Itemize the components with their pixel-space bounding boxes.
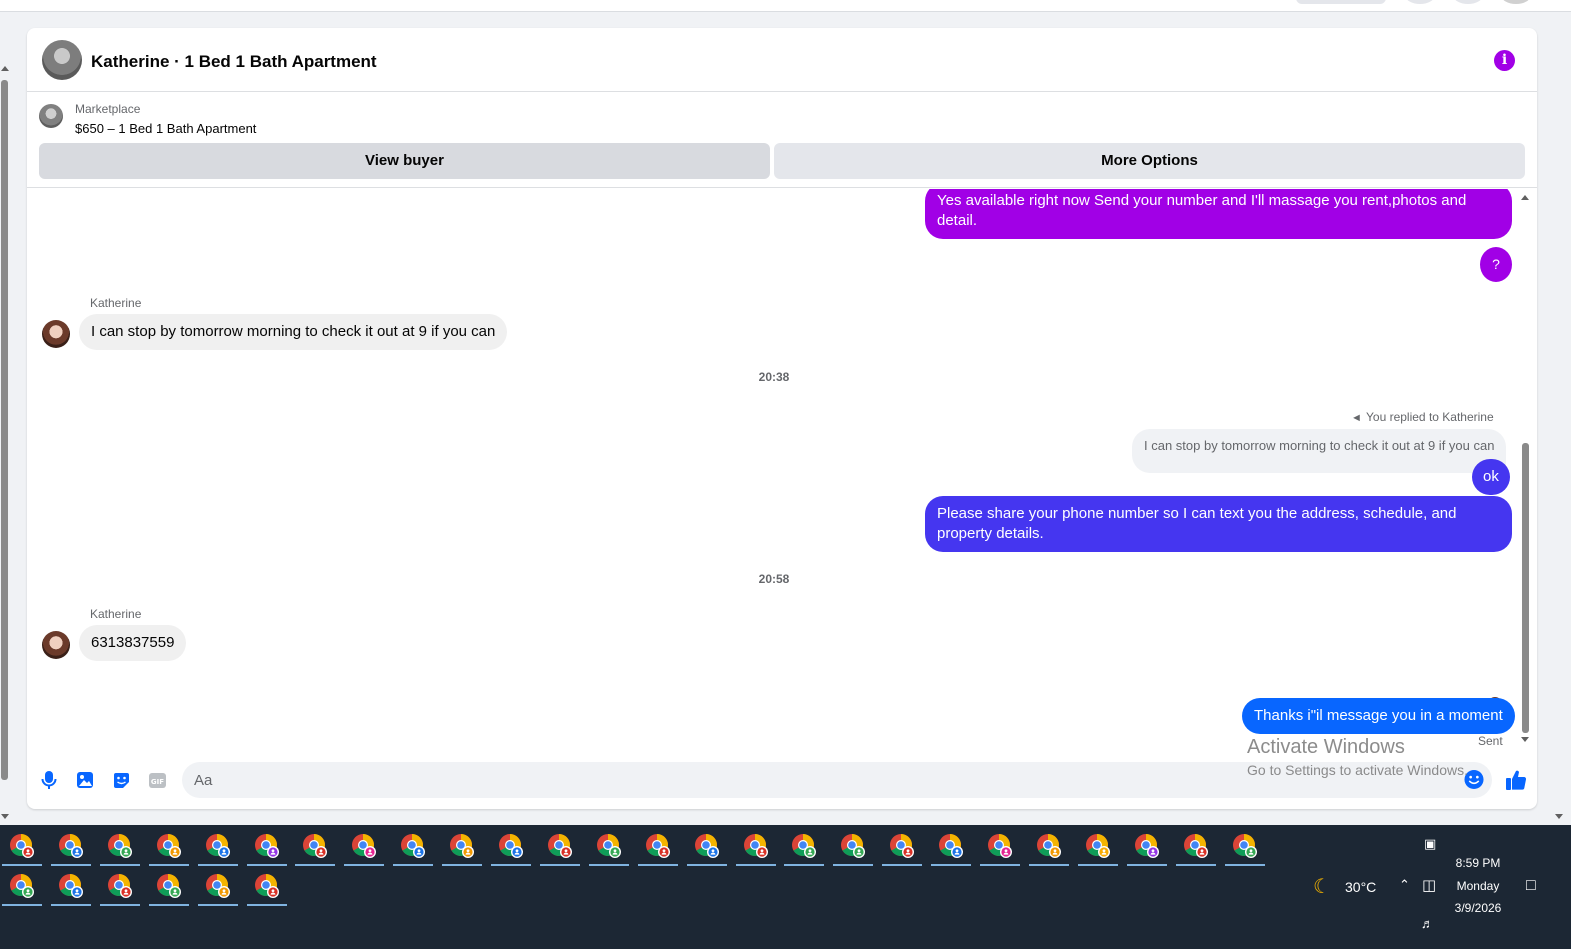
taskbar-chrome-blue-icon[interactable] — [931, 828, 972, 866]
watermark-subtitle: Go to Settings to activate Windows. — [1247, 762, 1468, 778]
taskbar-chrome-blue-icon[interactable] — [50, 828, 91, 866]
message-timestamp: 20:38 — [758, 370, 790, 384]
clock-time[interactable]: 8:59 PM — [1448, 856, 1508, 870]
taskbar-chrome-blue-icon[interactable] — [491, 828, 531, 866]
taskbar-chrome-blue-icon[interactable] — [197, 828, 238, 866]
taskbar-chrome-orange-icon[interactable] — [1028, 828, 1069, 866]
scrollbar-thumb[interactable] — [1, 80, 8, 780]
clock-date[interactable]: 3/9/2026 — [1448, 901, 1508, 915]
taskbar-chrome-blue-icon[interactable] — [686, 828, 727, 866]
scroll-down-arrow[interactable] — [1, 814, 9, 819]
top-circle-button[interactable] — [1453, 0, 1483, 4]
notification-icon[interactable]: □ — [1526, 877, 1536, 895]
taskbar-chrome-green-icon[interactable] — [784, 828, 825, 866]
view-buyer-button[interactable]: View buyer — [39, 143, 770, 179]
taskbar-chrome-pink-icon[interactable] — [980, 828, 1020, 866]
taskbar-chrome-red-icon[interactable] — [246, 868, 287, 906]
gif-icon[interactable]: GIF — [147, 770, 167, 790]
taskbar-chrome-red-icon[interactable] — [99, 868, 140, 906]
taskbar-chrome-red-icon[interactable] — [735, 828, 776, 866]
taskbar-chrome-red-icon[interactable] — [2, 828, 42, 866]
network-icon[interactable]: ◫ — [1422, 876, 1436, 894]
reply-indicator: ◄ You replied to Katherine — [1351, 410, 1494, 424]
scroll-up-arrow[interactable] — [1, 66, 9, 71]
meet-now-icon[interactable]: ▣ — [1424, 836, 1436, 852]
info-icon[interactable]: i — [1494, 50, 1515, 71]
reply-indicator-text: You replied to Katherine — [1366, 410, 1494, 424]
taskbar-chrome-yellow-icon[interactable] — [1077, 828, 1118, 866]
taskbar-chrome-orange-icon[interactable] — [442, 828, 483, 866]
page-scrollbar[interactable] — [0, 62, 9, 822]
volume-icon[interactable]: ♬ — [1421, 916, 1434, 931]
taskbar-chrome-blue-icon[interactable] — [393, 828, 434, 866]
taskbar-chrome-green-icon[interactable] — [588, 828, 629, 866]
top-pill[interactable] — [1296, 0, 1386, 4]
incoming-message[interactable]: 6313837559 — [79, 625, 187, 661]
taskbar-chrome-green-icon[interactable] — [1224, 828, 1265, 866]
top-browser-strip — [0, 0, 1571, 12]
outgoing-message[interactable]: ? — [1480, 247, 1512, 282]
sender-name: Katherine — [90, 607, 142, 621]
taskbar-chrome-purple-icon[interactable] — [1126, 828, 1167, 866]
clock-day[interactable]: Monday — [1448, 879, 1508, 893]
avatar[interactable] — [42, 320, 70, 348]
chat-title[interactable]: Katherine · 1 Bed 1 Bath Apartment — [91, 52, 377, 72]
taskbar-chrome-red-icon[interactable] — [637, 828, 678, 866]
weather-temperature[interactable]: 30°C — [1345, 879, 1376, 895]
taskbar: ▣ ☾ 30°C ⌃ ◫ ♬ 8:59 PM Monday 3/9/2026 □ — [0, 825, 1571, 949]
taskbar-chrome-green-icon[interactable] — [833, 828, 874, 866]
taskbar-chrome-pink-icon[interactable] — [344, 828, 385, 866]
outgoing-message[interactable]: ok — [1472, 459, 1510, 495]
reply-icon: ◄ — [1351, 412, 1362, 424]
marketplace-listing: Marketplace $650 – 1 Bed 1 Bath Apartmen… — [27, 92, 1537, 188]
taskbar-chrome-orange-icon[interactable] — [197, 868, 238, 906]
chat-window: Katherine · 1 Bed 1 Bath Apartment i Mar… — [27, 28, 1537, 809]
taskbar-chrome-purple-icon[interactable] — [246, 828, 287, 866]
scroll-down-arrow[interactable] — [1521, 737, 1529, 742]
taskbar-chrome-green-icon[interactable] — [2, 868, 42, 906]
listing-thumbnail — [39, 104, 63, 128]
weather-moon-icon[interactable]: ☾ — [1313, 874, 1331, 899]
photo-icon[interactable] — [75, 770, 95, 790]
message-timestamp: 20:58 — [758, 572, 790, 586]
taskbar-chrome-green-icon[interactable] — [99, 828, 140, 866]
thumbs-up-icon[interactable] — [1504, 768, 1528, 792]
outgoing-message[interactable]: Yes available right now Send your number… — [925, 189, 1512, 239]
chevron-up-icon[interactable]: ⌃ — [1399, 877, 1410, 893]
avatar[interactable] — [42, 40, 82, 80]
top-circle-button[interactable] — [1405, 0, 1435, 4]
sender-name: Katherine — [90, 296, 142, 310]
outgoing-message[interactable]: Thanks i"il message you in a moment — [1242, 698, 1515, 734]
taskbar-chrome-green-icon[interactable] — [148, 868, 189, 906]
messages-scrollbar[interactable] — [1520, 189, 1530, 749]
taskbar-chrome-red-icon[interactable] — [539, 828, 580, 866]
svg-text:GIF: GIF — [150, 778, 163, 786]
outgoing-message[interactable]: Please share your phone number so I can … — [925, 496, 1512, 552]
taskbar-chrome-orange-icon[interactable] — [148, 828, 189, 866]
taskbar-chrome-red-icon[interactable] — [1175, 828, 1216, 866]
taskbar-chrome-red-icon[interactable] — [295, 828, 336, 866]
top-avatar[interactable] — [1501, 0, 1531, 4]
watermark-title: Activate Windows — [1247, 736, 1405, 758]
more-options-button[interactable]: More Options — [774, 143, 1525, 179]
message-list[interactable]: Yes available right now Send your number… — [27, 189, 1537, 749]
microphone-icon[interactable] — [39, 770, 59, 790]
avatar[interactable] — [42, 631, 70, 659]
sticker-icon[interactable] — [111, 770, 131, 790]
listing-name: $650 – 1 Bed 1 Bath Apartment — [75, 121, 257, 136]
listing-source: Marketplace — [75, 102, 141, 116]
taskbar-chrome-blue-icon[interactable] — [50, 868, 91, 906]
quoted-message[interactable]: I can stop by tomorrow morning to check … — [1132, 429, 1507, 473]
taskbar-chrome-red-icon[interactable] — [882, 828, 923, 866]
message-status: Sent — [1478, 734, 1503, 748]
chat-header: Katherine · 1 Bed 1 Bath Apartment i — [27, 28, 1537, 92]
incoming-message[interactable]: I can stop by tomorrow morning to check … — [79, 314, 508, 350]
page-scroll-down-arrow[interactable] — [1555, 814, 1563, 819]
scrollbar-thumb[interactable] — [1522, 443, 1529, 733]
activation-watermark: Activate Windows Go to Settings to activ… — [1247, 736, 1468, 778]
scroll-up-arrow[interactable] — [1521, 195, 1529, 200]
